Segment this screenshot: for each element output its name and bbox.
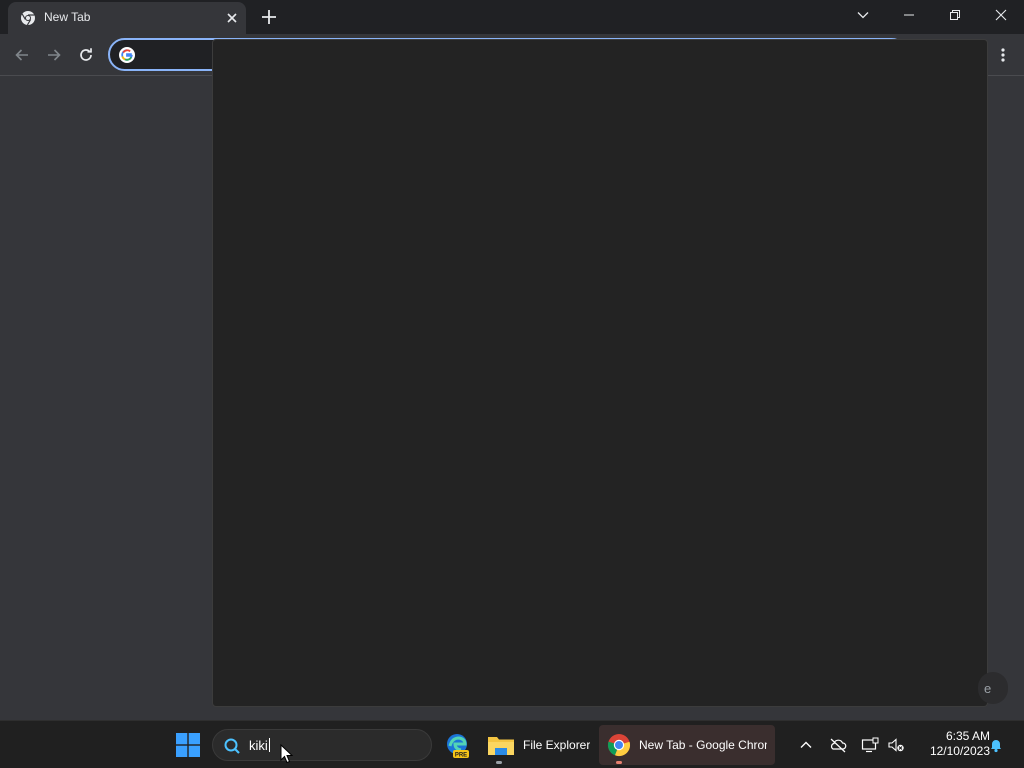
chrome-icon — [607, 734, 631, 757]
minimize-icon — [904, 14, 914, 16]
tray-volume[interactable] — [886, 735, 906, 755]
close-tab-icon[interactable] — [223, 9, 241, 27]
taskbar-search-box[interactable]: kiki — [212, 729, 432, 761]
search-icon — [224, 738, 240, 754]
arrow-right-icon — [48, 49, 61, 61]
tab-new-tab[interactable]: New Tab — [8, 2, 246, 34]
svg-text:PRE: PRE — [455, 753, 467, 759]
restore-icon — [950, 10, 960, 20]
volume-muted-icon — [888, 738, 904, 752]
bell-icon — [991, 740, 1001, 753]
show-hidden-icons-button[interactable] — [796, 735, 816, 755]
forward-button[interactable] — [41, 42, 67, 68]
close-icon — [995, 9, 1007, 21]
system-clock[interactable]: 6:35 AM 12/10/2023 — [910, 729, 990, 759]
text-caret — [268, 738, 270, 752]
minimize-button[interactable] — [886, 0, 932, 30]
taskbar: kiki PRE File Explorer New Tab - Google … — [0, 720, 1024, 768]
taskbar-app-file-explorer[interactable]: File Explorer — [484, 725, 594, 765]
display-icon — [861, 737, 879, 753]
folder-icon — [488, 737, 514, 755]
customize-button-peek[interactable]: e — [978, 672, 1008, 704]
start-button[interactable] — [170, 727, 206, 763]
back-button[interactable] — [9, 42, 35, 68]
tab-title: New Tab — [44, 10, 91, 24]
tray-onedrive[interactable] — [828, 735, 848, 755]
search-flyout-panel — [212, 39, 988, 707]
tab-search-button[interactable] — [840, 0, 886, 30]
clock-time: 6:35 AM — [945, 729, 990, 743]
taskbar-app-chrome[interactable]: New Tab - Google Chrome — [599, 725, 775, 765]
running-indicator — [616, 761, 622, 764]
plus-icon[interactable] — [258, 6, 280, 28]
chrome-icon — [21, 11, 35, 26]
taskbar-app-edge[interactable]: PRE — [440, 725, 474, 765]
clock-date: 12/10/2023 — [929, 744, 990, 758]
search-query: kiki — [249, 738, 270, 753]
reload-icon — [80, 48, 92, 61]
kebab-menu-icon — [1001, 48, 1005, 62]
mouse-cursor-icon — [280, 744, 294, 764]
notification-button[interactable] — [986, 735, 1006, 755]
tray-network[interactable] — [860, 735, 880, 755]
running-indicator — [496, 761, 502, 764]
taskbar-app-label: File Explorer — [523, 738, 591, 752]
edge-icon: PRE — [447, 734, 469, 759]
close-window-button[interactable] — [978, 0, 1024, 30]
windows-logo-icon — [176, 733, 200, 757]
chevron-down-icon — [857, 12, 869, 19]
restore-button[interactable] — [932, 0, 978, 30]
tab-strip: New Tab — [0, 0, 1024, 34]
chrome-menu-button[interactable] — [992, 42, 1014, 68]
cloud-off-icon — [830, 738, 847, 753]
reload-button[interactable] — [73, 42, 99, 68]
google-icon — [119, 47, 135, 63]
arrow-left-icon — [15, 49, 28, 61]
taskbar-app-label: New Tab - Google Chrome — [639, 738, 767, 752]
chevron-up-icon — [800, 741, 812, 748]
